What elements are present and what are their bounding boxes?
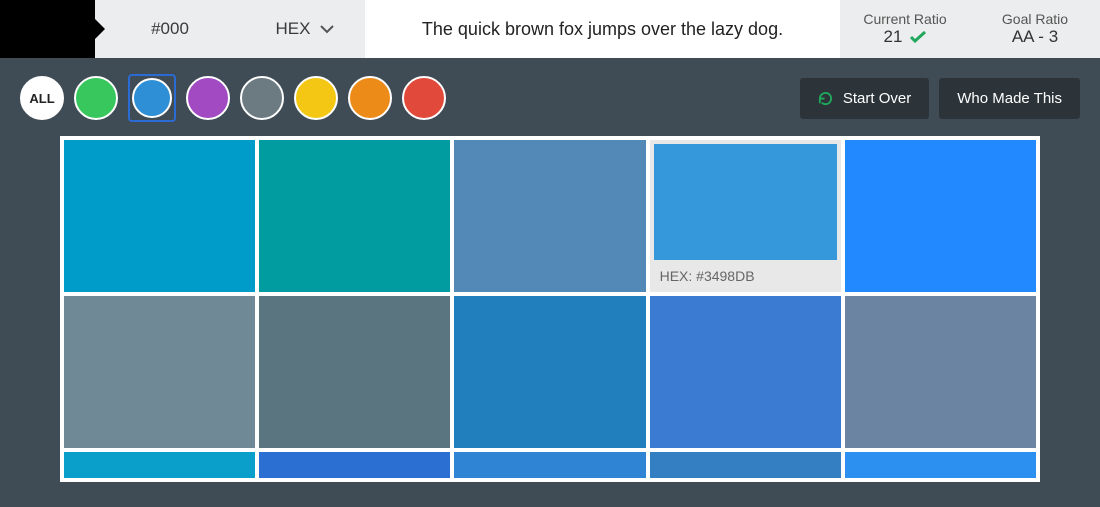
filter-all-label: ALL <box>29 91 54 106</box>
color-tile[interactable] <box>259 452 450 478</box>
refresh-icon <box>818 91 833 106</box>
check-icon <box>910 31 926 43</box>
color-tile[interactable] <box>845 296 1036 448</box>
current-ratio-box: Current Ratio 21 <box>840 0 970 58</box>
filter-green[interactable] <box>74 76 118 120</box>
color-swatch[interactable] <box>0 0 95 58</box>
tile-hex-caption: HEX: #3498DB <box>654 260 837 290</box>
color-tile[interactable]: HEX: #3498DB <box>650 140 841 292</box>
color-tile[interactable] <box>845 452 1036 478</box>
filter-orange[interactable] <box>348 76 392 120</box>
format-dropdown[interactable]: HEX <box>245 0 365 58</box>
filter-red[interactable] <box>402 76 446 120</box>
color-tile[interactable] <box>64 296 255 448</box>
tile-color-area <box>654 144 837 260</box>
color-tile[interactable] <box>845 140 1036 292</box>
goal-ratio-box[interactable]: Goal Ratio AA - 3 <box>970 0 1100 58</box>
filter-chip-inner <box>132 78 172 118</box>
color-tile[interactable] <box>650 452 841 478</box>
swatch-arrow-icon <box>95 19 105 39</box>
color-grid-wrap: HEX: #3498DB <box>0 136 1100 482</box>
current-ratio-value: 21 <box>884 27 903 47</box>
toolbar: ALL Start Over Who Made This <box>0 58 1100 136</box>
format-label: HEX <box>276 19 311 39</box>
hex-value-text: #000 <box>151 19 189 39</box>
start-over-button[interactable]: Start Over <box>800 78 929 119</box>
who-made-this-label: Who Made This <box>957 90 1062 107</box>
who-made-this-button[interactable]: Who Made This <box>939 78 1080 119</box>
color-tile[interactable] <box>650 296 841 448</box>
color-tile[interactable] <box>259 296 450 448</box>
goal-ratio-value: AA - 3 <box>1012 27 1058 47</box>
topbar: #000 HEX The quick brown fox jumps over … <box>0 0 1100 58</box>
filter-gray[interactable] <box>240 76 284 120</box>
filter-yellow[interactable] <box>294 76 338 120</box>
start-over-label: Start Over <box>843 90 911 107</box>
filter-purple[interactable] <box>186 76 230 120</box>
color-grid: HEX: #3498DB <box>60 136 1040 482</box>
color-tile[interactable] <box>454 296 645 448</box>
color-tile[interactable] <box>454 452 645 478</box>
color-tile[interactable] <box>64 452 255 478</box>
color-tile[interactable] <box>259 140 450 292</box>
color-tile[interactable] <box>64 140 255 292</box>
hex-value-input[interactable]: #000 <box>95 0 245 58</box>
sample-text-area[interactable]: The quick brown fox jumps over the lazy … <box>365 0 840 58</box>
filter-all[interactable]: ALL <box>20 76 64 120</box>
filter-blue[interactable] <box>128 74 176 122</box>
current-ratio-label: Current Ratio <box>863 11 946 27</box>
chevron-down-icon <box>320 25 334 34</box>
sample-text: The quick brown fox jumps over the lazy … <box>422 19 783 40</box>
goal-ratio-label: Goal Ratio <box>1002 11 1068 27</box>
color-tile[interactable] <box>454 140 645 292</box>
